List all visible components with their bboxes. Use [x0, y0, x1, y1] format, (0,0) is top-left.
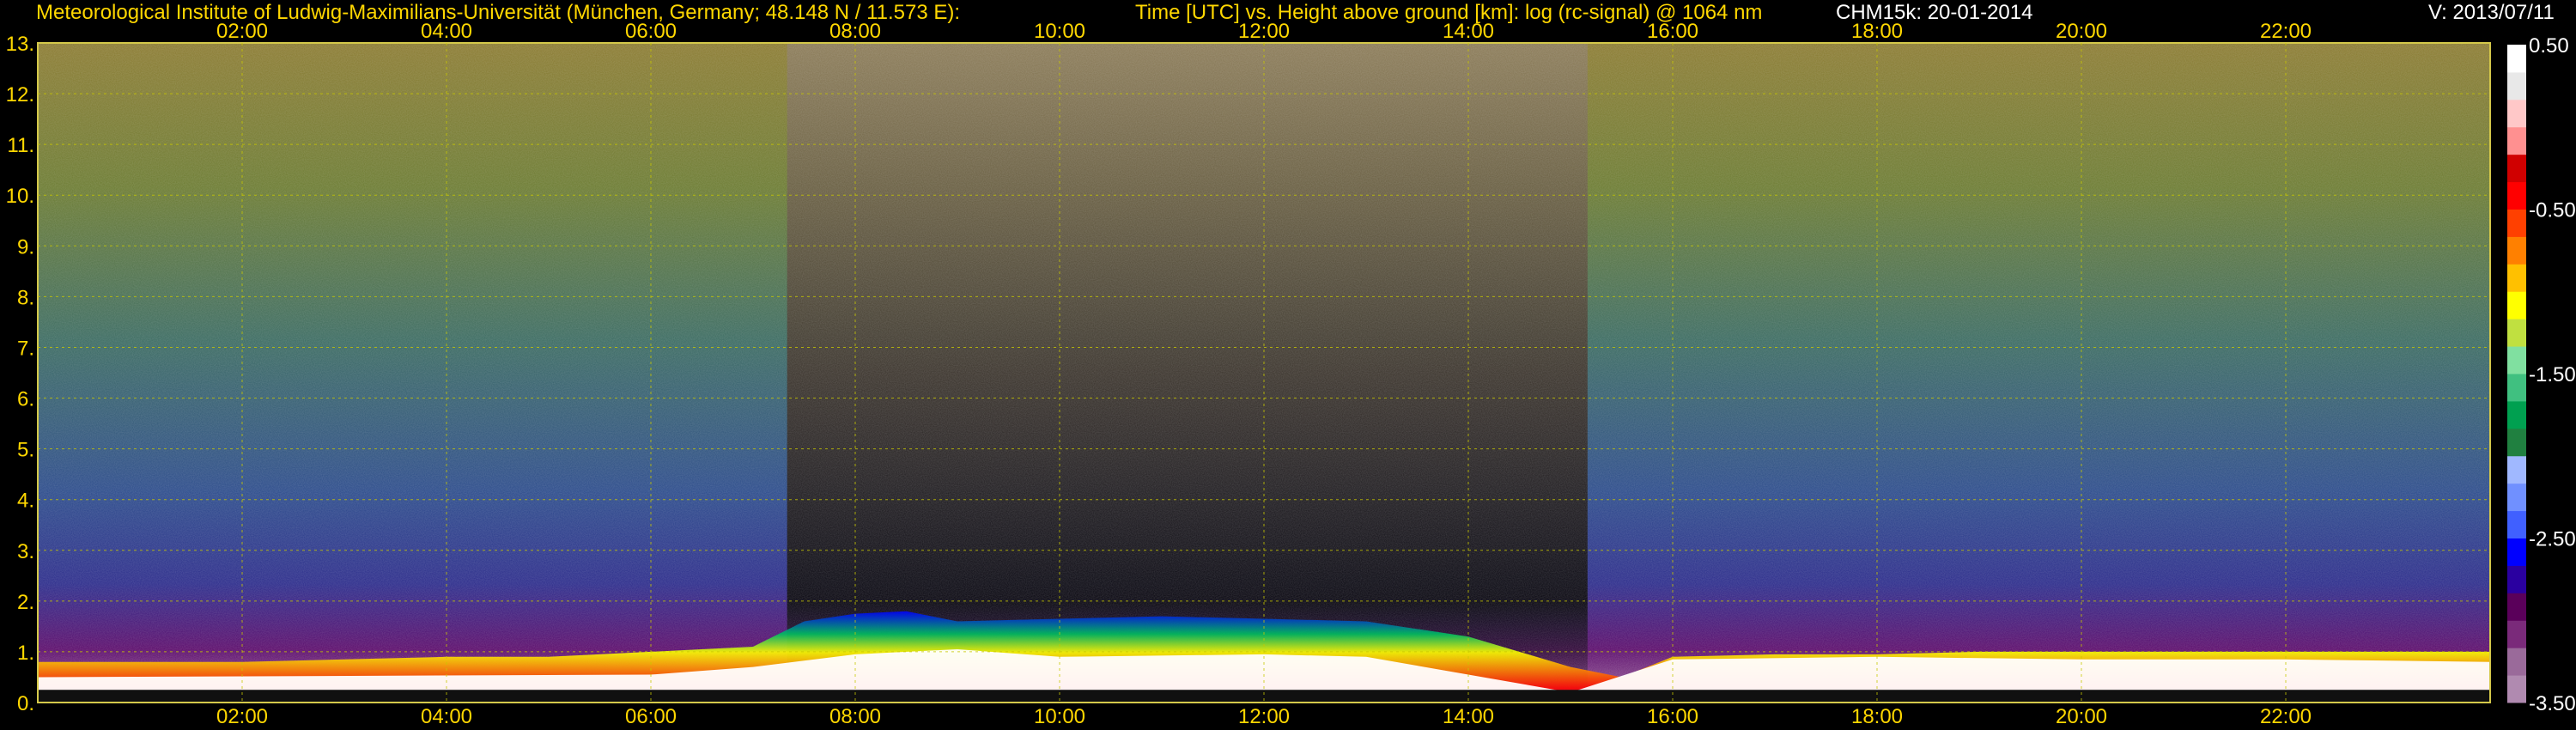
- x-tick-label-top: 20:00: [2056, 20, 2107, 43]
- colorbar-segment: [2507, 620, 2526, 648]
- colorbar-segment: [2507, 346, 2526, 374]
- y-tick-label: 4.: [17, 490, 34, 513]
- x-tick-labels-top: 02:00 04:00 06:00 08:00 10:00 12:00 14:00 16:00…: [216, 20, 2312, 43]
- y-tick-label: 11.: [7, 134, 34, 157]
- y-tick-label: 2.: [17, 591, 34, 614]
- colorbar-segment: [2507, 648, 2526, 676]
- x-tick-label-bottom: 02:00: [216, 705, 268, 728]
- x-tick-label-bottom: 12:00: [1238, 705, 1290, 728]
- x-tick-label-bottom: 04:00: [421, 705, 472, 728]
- colorbar: 0.50 -0.50 -1.50 -2.50 -3.50: [2507, 34, 2576, 715]
- colorbar-segment: [2507, 483, 2526, 512]
- x-tick-label-top: 16:00: [1647, 20, 1698, 43]
- colorbar-segment: [2507, 45, 2526, 73]
- colorbar-segment: [2507, 154, 2526, 183]
- colorbar-segment: [2507, 428, 2526, 457]
- x-tick-label-bottom: 22:00: [2260, 705, 2312, 728]
- colorbar-segment: [2507, 400, 2526, 429]
- colorbar-tick-label: -3.50: [2529, 692, 2576, 715]
- x-tick-label-bottom: 18:00: [1851, 705, 1903, 728]
- y-tick-label: 12.: [6, 83, 34, 106]
- colorbar-tick-label: -1.50: [2529, 363, 2576, 386]
- colorbar-segment: [2507, 538, 2526, 566]
- x-tick-label-bottom: 06:00: [625, 705, 677, 728]
- colorbar-segment: [2507, 510, 2526, 538]
- y-tick-label: 10.: [6, 185, 34, 208]
- y-tick-label: 5.: [17, 439, 34, 462]
- y-tick-label: 13.: [6, 33, 34, 56]
- x-tick-label-top: 10:00: [1034, 20, 1085, 43]
- colorbar-tick-label: -2.50: [2529, 528, 2576, 551]
- x-tick-label-bottom: 20:00: [2056, 705, 2107, 728]
- y-tick-label: 9.: [17, 235, 34, 259]
- colorbar-segment: [2507, 181, 2526, 210]
- colorbar-segment: [2507, 126, 2526, 155]
- colorbar-segment: [2507, 565, 2526, 593]
- x-tick-label-bottom: 14:00: [1443, 705, 1494, 728]
- colorbar-segment: [2507, 593, 2526, 621]
- y-tick-label: 7.: [17, 337, 34, 360]
- x-tick-label-bottom: 10:00: [1034, 705, 1085, 728]
- y-tick-label: 6.: [17, 388, 34, 411]
- x-tick-label-bottom: 16:00: [1647, 705, 1698, 728]
- colorbar-segment: [2507, 236, 2526, 265]
- colorbar-segment: [2507, 455, 2526, 484]
- colorbar-segment: [2507, 374, 2526, 402]
- x-tick-label-top: 12:00: [1238, 20, 1290, 43]
- y-tick-label: 8.: [17, 286, 34, 309]
- colorbar-segment: [2507, 675, 2526, 703]
- x-tick-labels-bottom: 02:00 04:00 06:00 08:00 10:00 12:00 14:00 16:00…: [216, 705, 2312, 728]
- x-tick-label-top: 08:00: [829, 20, 881, 43]
- x-tick-label-bottom: 08:00: [829, 705, 881, 728]
- y-tick-label: 3.: [17, 540, 34, 563]
- x-tick-label-top: 18:00: [1851, 20, 1903, 43]
- y-tick-label: 1.: [17, 642, 34, 665]
- colorbar-segment: [2507, 99, 2526, 128]
- y-tick-labels: 0. 1. 2. 3. 4. 5. 6. 7. 8. 9. 10. 11. 12. 13.: [6, 33, 34, 715]
- x-tick-label-top: 06:00: [625, 20, 677, 43]
- colorbar-segment: [2507, 319, 2526, 347]
- colorbar-segment: [2507, 209, 2526, 237]
- ceilometer-plot: Meteorological Institute of Ludwig-Maxim…: [0, 0, 2576, 730]
- x-tick-label-top: 04:00: [421, 20, 472, 43]
- x-tick-label-top: 02:00: [216, 20, 268, 43]
- x-tick-label-top: 22:00: [2260, 20, 2312, 43]
- heatmap-chart: 02:00 04:00 06:00 08:00 10:00 12:00 14:00 16:00…: [6, 20, 2576, 728]
- colorbar-segment: [2507, 71, 2526, 100]
- colorbar-segment: [2507, 291, 2526, 319]
- colorbar-tick-label: -0.50: [2529, 199, 2576, 222]
- colorbar-tick-label: 0.50: [2529, 34, 2569, 58]
- colorbar-segment: [2507, 264, 2526, 292]
- y-tick-label: 0.: [17, 692, 34, 715]
- x-tick-label-top: 14:00: [1443, 20, 1494, 43]
